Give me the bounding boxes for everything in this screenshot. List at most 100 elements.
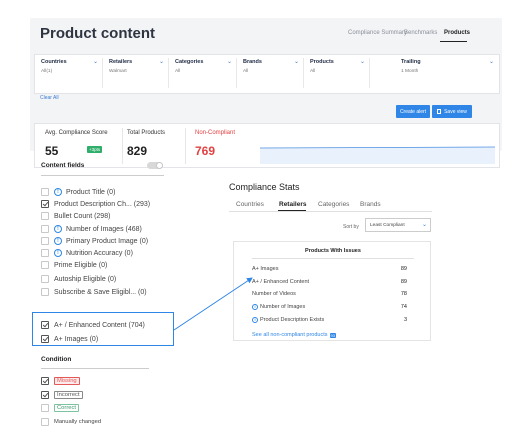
filter-trailing[interactable]: Trailing 1 Month ⌄ <box>395 58 499 88</box>
sort-select-value: Least Compliant <box>370 223 405 228</box>
content-field-label: Product Title (0) <box>66 188 116 196</box>
checkbox[interactable] <box>41 249 49 257</box>
bookmark-icon <box>437 109 442 114</box>
issue-label: Number of Images <box>260 303 306 310</box>
checkbox[interactable] <box>41 418 49 426</box>
content-field-item[interactable]: Product Description Ch... (293) <box>41 199 150 209</box>
sort-select[interactable]: Least Compliant ⌄ <box>365 218 431 232</box>
content-field-label: Nutrition Accuracy (0) <box>66 249 133 257</box>
condition-title: Condition <box>41 356 72 363</box>
divider <box>41 368 149 369</box>
non-compliant-label: Non-Compliant <box>195 130 236 136</box>
tab-countries[interactable]: Countries <box>236 201 264 208</box>
content-field-label: Number of Images (468) <box>66 225 142 233</box>
condition-item[interactable]: Missing <box>41 376 80 386</box>
filter-brands[interactable]: Brands All ⌄ <box>237 58 304 88</box>
save-view-button[interactable]: Save view <box>432 105 472 118</box>
total-products-label: Total Products <box>127 130 166 136</box>
checkbox[interactable] <box>41 261 49 269</box>
checkbox[interactable] <box>41 225 49 233</box>
non-compliant-value: 769 <box>195 144 216 158</box>
filter-label: Brands <box>243 59 262 65</box>
condition-tag: Manually changed <box>54 419 102 425</box>
filter-label: Products <box>310 59 334 65</box>
score-change-badge: +3pts <box>87 146 103 153</box>
content-fields-title: Content fields <box>41 162 85 169</box>
active-tab-underline <box>440 41 467 42</box>
product-content-header: Product content Compliance Summary Bench… <box>30 18 502 168</box>
content-field-label: Prime Eligible (0) <box>54 261 108 269</box>
issue-label: A+ Images <box>252 265 279 272</box>
condition-item[interactable]: Incorrect <box>41 390 83 400</box>
divider <box>252 258 414 259</box>
chevron-down-icon: ⌄ <box>159 59 165 65</box>
toggle-knob <box>156 162 163 169</box>
issue-row: A+ Images 89 <box>252 264 407 273</box>
content-field-item[interactable]: Autoship Eligible (0) <box>41 274 116 284</box>
checkbox[interactable] <box>41 237 49 245</box>
issue-count: 89 <box>400 278 407 285</box>
divider <box>41 175 164 176</box>
tab-compliance-summary[interactable]: Compliance Summary <box>348 30 407 36</box>
issue-row: ! Product Description Exists 3 <box>252 315 407 324</box>
checkbox[interactable] <box>41 188 49 196</box>
highlight-box <box>32 312 174 346</box>
tab-retailers[interactable]: Retailers <box>279 201 306 208</box>
checkbox[interactable] <box>41 391 49 399</box>
clear-all-link[interactable]: Clear All <box>40 95 59 101</box>
info-icon: ! <box>54 225 62 233</box>
checkbox[interactable] <box>41 288 49 296</box>
total-products-value: 829 <box>127 144 148 158</box>
issue-count: 89 <box>400 265 407 272</box>
checkbox[interactable] <box>41 404 49 412</box>
issue-row: ! Number of Images 74 <box>252 302 407 311</box>
avg-score-label: Avg. Compliance Score <box>45 130 108 136</box>
tab-benchmarks[interactable]: Benchmarks <box>404 30 437 36</box>
condition-item[interactable]: Correct <box>41 403 80 413</box>
tab-categories[interactable]: Categories <box>318 201 349 208</box>
filter-retailers[interactable]: Retailers Walmart ⌄ <box>103 58 169 88</box>
filter-label: Trailing <box>401 59 421 65</box>
content-field-label: Product Description Ch... (293) <box>54 200 151 208</box>
content-field-item[interactable]: Subscribe & Save Eligibl... (0) <box>41 287 147 297</box>
filter-bar: Countries All(1) ⌄ Retailers Walmart ⌄ C… <box>34 54 500 94</box>
tab-products[interactable]: Products <box>444 30 470 36</box>
issue-label: Product Description Exists <box>260 316 325 323</box>
chevron-down-icon: ⌄ <box>360 59 366 65</box>
content-field-item[interactable]: ! Number of Images (468) <box>41 224 142 234</box>
content-fields-toggle[interactable] <box>147 162 163 169</box>
filter-value: All(1) <box>41 69 53 74</box>
chevron-down-icon: ⌄ <box>93 59 99 65</box>
divider <box>122 128 123 164</box>
see-all-link[interactable]: See all non-compliant products 93 <box>252 332 336 338</box>
content-field-label: Subscribe & Save Eligibl... (0) <box>54 288 147 296</box>
checkbox[interactable] <box>41 212 49 220</box>
chevron-down-icon: ⌄ <box>489 59 495 65</box>
content-field-item[interactable]: Bullet Count (298) <box>41 211 110 221</box>
create-alert-label: Create alert <box>399 108 427 115</box>
condition-item[interactable]: Manually changed <box>41 417 101 427</box>
issue-count: 74 <box>400 303 407 310</box>
filter-products[interactable]: Products All ⌄ <box>304 58 370 88</box>
filter-countries[interactable]: Countries All(1) ⌄ <box>35 58 103 88</box>
content-field-item[interactable]: Prime Eligible (0) <box>41 260 107 270</box>
checkbox[interactable] <box>41 377 49 385</box>
tab-brands[interactable]: Brands <box>360 201 381 208</box>
divider <box>229 211 432 212</box>
filter-value: All <box>243 69 249 74</box>
checkbox[interactable] <box>41 200 49 208</box>
condition-tag: Correct <box>54 404 80 412</box>
condition-tag: Incorrect <box>54 391 83 399</box>
filter-label: Retailers <box>109 59 133 65</box>
create-alert-button[interactable]: Create alert <box>396 105 430 118</box>
filter-categories[interactable]: Categories All ⌄ <box>169 58 237 88</box>
issue-label: A+ / Enhanced Content <box>252 278 310 285</box>
content-field-item[interactable]: ! Product Title (0) <box>41 187 115 197</box>
content-field-item[interactable]: ! Primary Product Image (0) <box>41 236 148 246</box>
divider <box>185 128 186 164</box>
checkbox[interactable] <box>41 275 49 283</box>
info-icon: ! <box>54 188 62 196</box>
issue-row: Number of Videos 78 <box>252 289 407 298</box>
content-field-item[interactable]: ! Nutrition Accuracy (0) <box>41 248 133 258</box>
filter-label: Categories <box>175 59 204 65</box>
